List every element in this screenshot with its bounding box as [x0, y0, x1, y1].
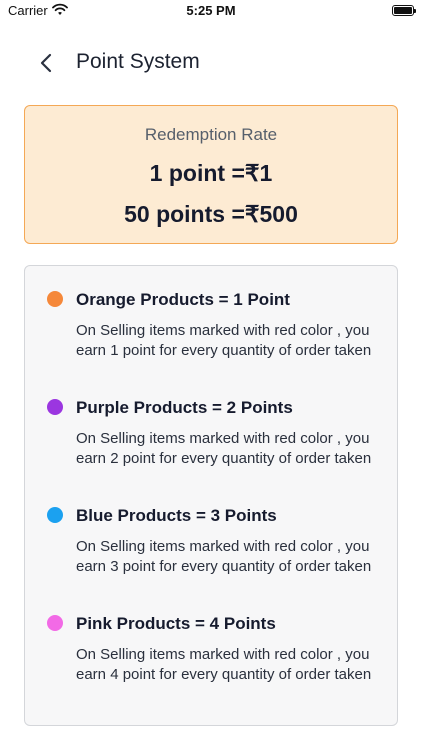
page-title: Point System	[76, 50, 200, 73]
redemption-rate-card: Redemption Rate 1 point =₹1 50 points =₹…	[24, 105, 398, 244]
back-arrow-icon[interactable]	[36, 50, 58, 76]
rule-blue: Blue Products = 3 Points On Selling item…	[25, 482, 399, 582]
redemption-rate-line-2: 50 points =₹500	[124, 201, 298, 227]
rule-title: Purple Products = 2 Points	[76, 398, 293, 417]
status-time: 5:25 PM	[186, 3, 236, 18]
purple-dot-icon	[47, 399, 63, 415]
rule-purple: Purple Products = 2 Points On Selling it…	[25, 374, 399, 474]
rule-description: On Selling items marked with red color ,…	[76, 646, 372, 683]
rule-description: On Selling items marked with red color ,…	[76, 430, 372, 467]
rule-pink: Pink Products = 4 Points On Selling item…	[25, 590, 399, 690]
pink-dot-icon	[47, 615, 63, 631]
rule-orange: Orange Products = 1 Point On Selling ite…	[25, 266, 399, 366]
rule-title: Pink Products = 4 Points	[76, 614, 276, 633]
rule-description: On Selling items marked with red color ,…	[76, 538, 372, 575]
rule-title: Orange Products = 1 Point	[76, 290, 290, 309]
header: Point System	[0, 42, 422, 84]
redemption-rate-title: Redemption Rate	[144, 125, 278, 144]
status-bar: Carrier 5:25 PM	[0, 0, 422, 22]
redemption-rate-line-1: 1 point =₹1	[149, 160, 273, 186]
rule-description: On Selling items marked with red color ,…	[76, 322, 372, 359]
battery-icon	[392, 5, 416, 16]
rule-title: Blue Products = 3 Points	[76, 506, 277, 525]
blue-dot-icon	[47, 507, 63, 523]
orange-dot-icon	[47, 291, 63, 307]
points-rules-card: Orange Products = 1 Point On Selling ite…	[24, 265, 398, 726]
